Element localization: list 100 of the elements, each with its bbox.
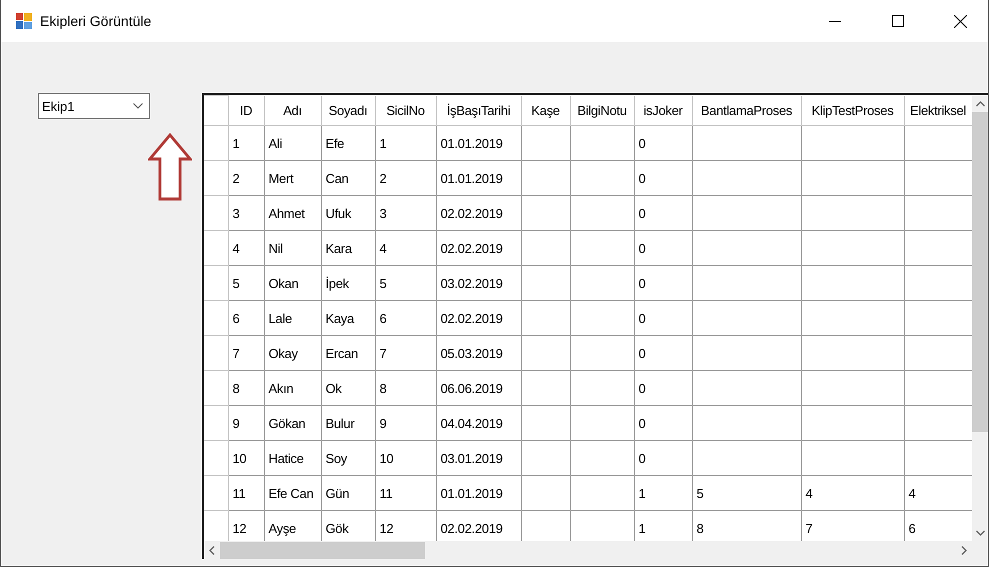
up-arrow-icon bbox=[148, 133, 192, 201]
scroll-up-icon[interactable] bbox=[976, 100, 984, 106]
table-cell: Ercan bbox=[321, 336, 375, 370]
table-cell: 01.01.2019 bbox=[436, 160, 521, 196]
table-cell: 02.02.2019 bbox=[436, 300, 521, 336]
table-cell: 6 bbox=[228, 300, 264, 336]
table-cell: 03.01.2019 bbox=[436, 440, 521, 476]
close-icon bbox=[954, 14, 967, 28]
table-cell bbox=[521, 406, 570, 440]
table-cell: 4 bbox=[375, 230, 436, 266]
table-cell: 8 bbox=[228, 370, 264, 406]
table-cell: 0 bbox=[634, 440, 692, 476]
column-header[interactable]: isJoker bbox=[634, 96, 692, 126]
table-cell: Soy bbox=[321, 440, 375, 476]
table-cell bbox=[521, 300, 570, 336]
table-cell: 5 bbox=[228, 266, 264, 300]
table-cell: Can bbox=[321, 160, 375, 196]
table-cell: Okan bbox=[264, 266, 321, 300]
table-cell: Akın bbox=[264, 370, 321, 406]
minimize-icon bbox=[828, 20, 840, 22]
scroll-left-icon[interactable] bbox=[209, 546, 215, 554]
table-cell: 0 bbox=[634, 196, 692, 230]
column-header[interactable]: SicilNo bbox=[375, 96, 436, 126]
table-cell: 1 bbox=[228, 126, 264, 160]
table-cell bbox=[521, 266, 570, 300]
table-cell: 06.06.2019 bbox=[436, 370, 521, 406]
table-cell bbox=[570, 266, 634, 300]
table-cell: Efe Can bbox=[264, 476, 321, 510]
table-cell bbox=[521, 440, 570, 476]
table-cell: 0 bbox=[634, 160, 692, 196]
table-cell: Ahmet bbox=[264, 196, 321, 230]
maximize-icon bbox=[892, 15, 904, 27]
table-cell: 03.02.2019 bbox=[436, 266, 521, 300]
table-cell bbox=[570, 196, 634, 230]
table-cell: 4 bbox=[228, 230, 264, 266]
column-header[interactable]: Elektriksel bbox=[904, 96, 972, 126]
table-cell: 1 bbox=[634, 476, 692, 510]
table-cell: 01.01.2019 bbox=[436, 476, 521, 510]
table-cell: Kaya bbox=[321, 300, 375, 336]
table-cell: 2 bbox=[228, 160, 264, 196]
table-cell: 10 bbox=[228, 440, 264, 476]
table-cell bbox=[521, 126, 570, 160]
table-cell: 0 bbox=[634, 126, 692, 160]
team-dropdown[interactable]: Ekip1 bbox=[38, 93, 150, 119]
table-cell bbox=[570, 440, 634, 476]
table-cell: 5 bbox=[375, 266, 436, 300]
column-header[interactable]: BantlamaProses bbox=[692, 96, 801, 126]
table-cell: 0 bbox=[634, 230, 692, 266]
table-cell: Okay bbox=[264, 336, 321, 370]
table-cell bbox=[521, 196, 570, 230]
table-cell: 11 bbox=[375, 476, 436, 510]
table-cell: 04.04.2019 bbox=[436, 406, 521, 440]
table-cell: 10 bbox=[375, 440, 436, 476]
table-cell: 8 bbox=[375, 370, 436, 406]
table-cell: 7 bbox=[375, 336, 436, 370]
table-cell: 11 bbox=[228, 476, 264, 510]
table-cell: 02.02.2019 bbox=[436, 196, 521, 230]
table-cell: Efe bbox=[321, 126, 375, 160]
column-header[interactable]: İşBaşıTarihi bbox=[436, 96, 521, 126]
table-cell: 3 bbox=[375, 196, 436, 230]
table-cell: 3 bbox=[228, 196, 264, 230]
table-cell: 01.01.2019 bbox=[436, 126, 521, 160]
table-cell: 02.02.2019 bbox=[436, 230, 521, 266]
table-cell: 7 bbox=[228, 336, 264, 370]
table-cell: 6 bbox=[375, 300, 436, 336]
column-header[interactable]: Adı bbox=[264, 96, 321, 126]
column-header[interactable]: KlipTestProses bbox=[801, 96, 904, 126]
app-icon bbox=[16, 13, 32, 29]
table-cell: Mert bbox=[264, 160, 321, 196]
table-cell bbox=[521, 476, 570, 510]
table-cell: 9 bbox=[375, 406, 436, 440]
table-cell bbox=[570, 476, 634, 510]
chevron-down-icon bbox=[133, 103, 143, 109]
table-cell: Ufuk bbox=[321, 196, 375, 230]
table-cell bbox=[570, 406, 634, 440]
column-header[interactable]: ID bbox=[228, 96, 264, 126]
table-cell: 1 bbox=[375, 126, 436, 160]
table-cell: 0 bbox=[634, 266, 692, 300]
column-header[interactable]: BilgiNotu bbox=[570, 96, 634, 126]
scroll-right-icon[interactable] bbox=[961, 546, 967, 554]
table-cell bbox=[521, 230, 570, 266]
table-cell bbox=[570, 230, 634, 266]
table-cell bbox=[570, 160, 634, 196]
column-header[interactable]: Kaşe bbox=[521, 96, 570, 126]
column-header[interactable]: Soyadı bbox=[321, 96, 375, 126]
table-cell bbox=[570, 336, 634, 370]
scroll-down-icon[interactable] bbox=[976, 530, 984, 536]
table-cell bbox=[521, 160, 570, 196]
table-cell: 2 bbox=[375, 160, 436, 196]
table-cell: 5 bbox=[692, 476, 801, 510]
table-cell: 0 bbox=[634, 300, 692, 336]
table-cell: 0 bbox=[634, 406, 692, 440]
table-cell: Ali bbox=[264, 126, 321, 160]
table-cell: Kara bbox=[321, 230, 375, 266]
table-cell: 0 bbox=[634, 370, 692, 406]
table-cell: Hatice bbox=[264, 440, 321, 476]
window-title: Ekipleri Görüntüle bbox=[40, 13, 152, 29]
vertical-scrollbar[interactable] bbox=[972, 95, 988, 541]
table-cell bbox=[570, 126, 634, 160]
table-cell: 4 bbox=[801, 476, 904, 510]
